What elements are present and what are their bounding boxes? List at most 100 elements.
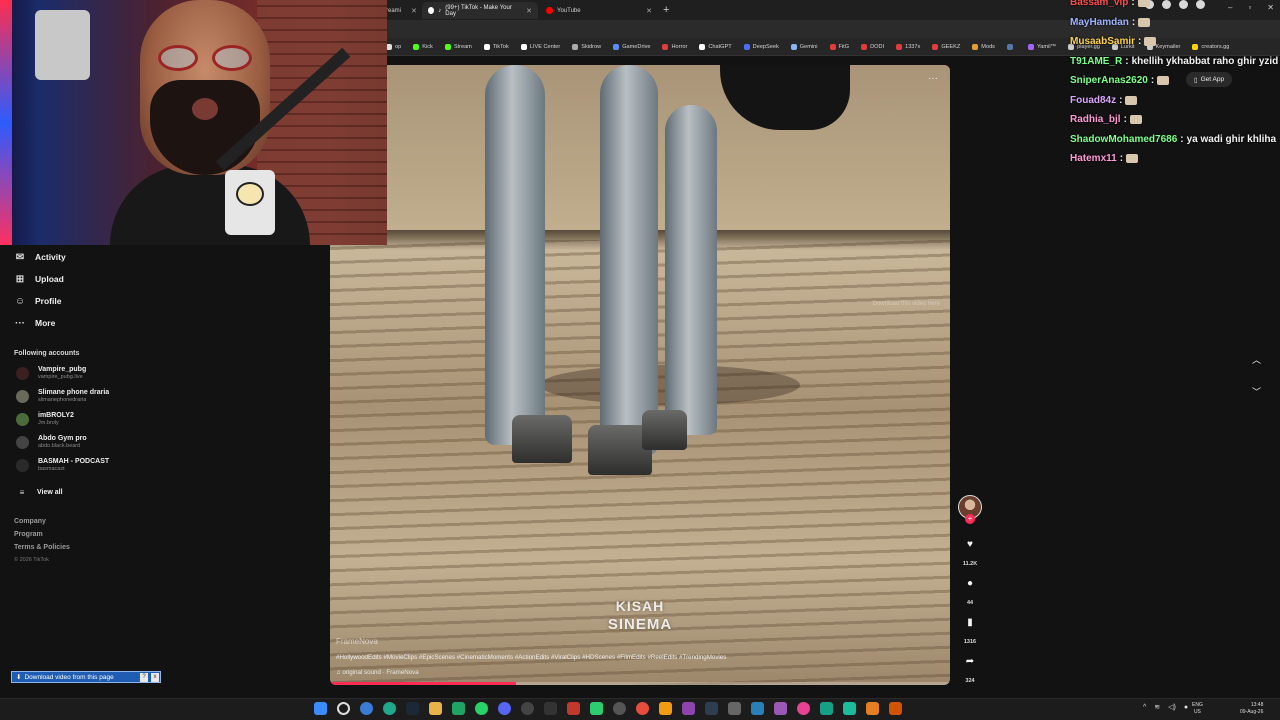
browser-app-icon[interactable] <box>360 702 373 715</box>
following-account[interactable]: Abdo Gym pro abdo.black.beard <box>16 435 87 450</box>
footer-link-company[interactable]: Company <box>14 518 46 525</box>
following-account[interactable]: BASMAH - PODCAST basmacast <box>16 458 109 473</box>
clock-time: 13:48 <box>1250 702 1264 708</box>
bookmark-item[interactable]: Gemini <box>790 43 818 50</box>
bookmark-item[interactable]: DODI <box>861 43 884 50</box>
language-indicator[interactable]: ENG US <box>1192 702 1203 716</box>
app-icon[interactable] <box>636 702 649 715</box>
edge-app-icon[interactable] <box>383 702 396 715</box>
bookmark-item[interactable]: Stream <box>444 43 472 50</box>
app-icon[interactable] <box>567 702 580 715</box>
close-tab-icon[interactable]: ✕ <box>411 7 417 15</box>
bookmark-favicon-icon <box>483 43 490 50</box>
video-hashtags[interactable]: #HollywoodEdits #MovieClips #EpicScenes … <box>336 654 726 661</box>
app-icon[interactable] <box>820 702 833 715</box>
like-heart-icon[interactable]: ♥ <box>962 539 978 555</box>
app-icon[interactable] <box>613 702 626 715</box>
language-region: US <box>1193 709 1201 715</box>
sidebar-item-activity[interactable]: ✉ Activity <box>14 251 66 263</box>
bookmark-label: Skidrow <box>581 43 602 50</box>
search-icon[interactable] <box>337 702 350 715</box>
system-tray: ^ ≋ ◁) ● <box>1143 703 1188 712</box>
share-icon[interactable]: ➦ <box>962 656 978 672</box>
whatsapp-app-icon[interactable] <box>475 702 488 715</box>
bookmark-label: Horror <box>671 43 688 50</box>
video-player[interactable]: ··· Download this video here KISAH SINEM… <box>330 65 950 685</box>
start-icon[interactable] <box>314 702 327 715</box>
bookmark-item[interactable]: GameDrive <box>613 43 650 50</box>
following-account[interactable]: imBROLY2 Jm.broly <box>16 412 74 427</box>
next-video-button[interactable]: ﹀ <box>1252 385 1261 398</box>
video-more-icon[interactable]: ··· <box>928 73 938 84</box>
follow-plus-icon[interactable]: + <box>965 514 975 524</box>
app-icon[interactable] <box>659 702 672 715</box>
chevron-up-icon[interactable]: ^ <box>1143 704 1146 711</box>
following-account[interactable]: Slimane phone draria slimanephonedraria <box>16 389 109 404</box>
close-tab-icon[interactable]: ✕ <box>646 7 652 15</box>
video-author[interactable]: FrameNova <box>336 637 378 646</box>
chat-message: Fouad84z: <box>1070 95 1138 106</box>
excel-app-icon[interactable] <box>452 702 465 715</box>
bookmark-item[interactable]: Kick <box>413 43 433 50</box>
bookmark-item[interactable]: Yamil™ <box>1027 43 1056 50</box>
help-icon[interactable]: ? <box>140 672 148 682</box>
download-video-bar[interactable]: ⬇ Download video from this page ? x <box>11 671 161 683</box>
chat-separator: : <box>1138 36 1142 47</box>
bookmark-item[interactable]: Skidrow <box>572 43 602 50</box>
language-code: ENG <box>1192 702 1203 708</box>
bookmark-item[interactable]: FitG <box>829 43 849 50</box>
app-icon[interactable] <box>751 702 764 715</box>
footer-link-terms[interactable]: Terms & Policies <box>14 544 70 551</box>
app-icon[interactable] <box>774 702 787 715</box>
bookmark-item[interactable]: op <box>386 43 401 50</box>
app-icon[interactable] <box>843 702 856 715</box>
bookmark-item[interactable]: GEEKZ <box>932 43 960 50</box>
view-all-link[interactable]: ≡ View all <box>16 486 63 498</box>
bookmark-item[interactable] <box>1006 43 1016 50</box>
volume-icon[interactable]: ◁) <box>1168 703 1176 711</box>
bookmark-item[interactable]: ChatGPT <box>699 43 732 50</box>
network-icon[interactable]: ≋ <box>1154 703 1160 711</box>
bookmark-item[interactable]: Mods <box>972 43 995 50</box>
video-frame-detail <box>665 105 717 435</box>
new-tab-button[interactable]: + <box>663 4 669 16</box>
bookmark-item[interactable]: LIVE Center <box>520 43 560 50</box>
folder-app-icon[interactable] <box>429 702 442 715</box>
chat-separator: : <box>1125 55 1129 67</box>
close-icon[interactable]: x <box>151 672 159 682</box>
app-icon[interactable] <box>728 702 741 715</box>
video-sound[interactable]: ♫ original sound · FrameNova <box>336 669 419 676</box>
app-icon[interactable] <box>866 702 879 715</box>
footer-link-program[interactable]: Program <box>14 531 43 538</box>
chat-message: ShadowMohamed7686: ya wadi ghir khliha <box>1070 134 1276 145</box>
bookmark-item[interactable]: Horror <box>662 43 688 50</box>
app-icon[interactable] <box>797 702 810 715</box>
tab-tiktok[interactable]: ♪ (99+) TikTok - Make Your Day ✕ <box>422 2 538 19</box>
comment-icon[interactable]: ● <box>962 578 978 594</box>
app-icon[interactable] <box>590 702 603 715</box>
app-icon[interactable] <box>705 702 718 715</box>
tab-youtube[interactable]: YouTube ✕ <box>540 2 658 19</box>
chat-username: MayHamdan <box>1070 16 1129 28</box>
bookmark-item[interactable]: TikTok <box>483 43 509 50</box>
bookmark-icon[interactable]: ▮ <box>962 617 978 633</box>
app-icon[interactable] <box>521 702 534 715</box>
bookmark-item[interactable]: DeepSeek <box>743 43 779 50</box>
account-name: imBROLY2 <box>38 412 74 419</box>
following-account[interactable]: Vampire_pubg vampire_pubg.live <box>16 366 86 381</box>
mic-icon[interactable]: ● <box>1184 704 1188 711</box>
sidebar-item-upload[interactable]: ⊞ Upload <box>14 273 64 285</box>
bookmark-item[interactable]: 1337x <box>896 43 920 50</box>
previous-video-button[interactable]: ︿ <box>1252 353 1261 366</box>
steam-app-icon[interactable] <box>406 702 419 715</box>
sidebar-item-profile[interactable]: ☺ Profile <box>14 295 62 307</box>
app-icon[interactable] <box>889 702 902 715</box>
system-clock[interactable]: 13:48 09-Aug-26 <box>1240 702 1263 716</box>
discord-app-icon[interactable] <box>498 702 511 715</box>
sidebar-item-more[interactable]: ··· More <box>14 317 55 329</box>
get-app-button[interactable]: ▯ Get App <box>1186 72 1233 87</box>
app-icon[interactable] <box>682 702 695 715</box>
close-tab-icon[interactable]: ✕ <box>526 7 532 15</box>
video-progress-bar[interactable] <box>330 682 950 685</box>
app-icon[interactable] <box>544 702 557 715</box>
